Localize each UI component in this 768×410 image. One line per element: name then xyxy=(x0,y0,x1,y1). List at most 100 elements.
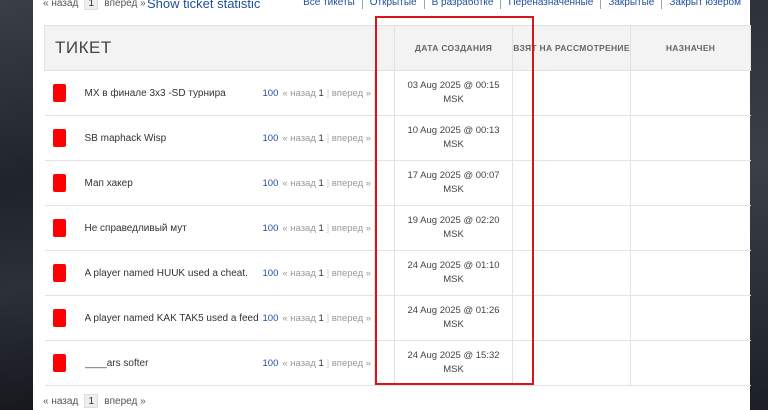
pager-bottom: « назад 1 вперед » xyxy=(43,394,146,408)
reply-count[interactable]: 100 xyxy=(263,133,279,144)
created-date-text: 24 Aug 2025 @ 01:26 xyxy=(407,305,500,316)
reply-page-number[interactable]: 1 xyxy=(319,178,324,189)
reply-prev-link[interactable]: « назад xyxy=(282,178,316,189)
created-date-text: 03 Aug 2025 @ 00:15 xyxy=(407,80,500,91)
pager-prev-link[interactable]: « назад xyxy=(43,0,78,9)
ticket-cell: MX в финале 3х3 -SD турнира 100 « назад 1 … xyxy=(44,70,375,116)
reply-page-number[interactable]: 1 xyxy=(319,313,324,324)
reply-prev-link[interactable]: « назад xyxy=(282,88,316,99)
table-row[interactable]: SB maphack Wisp 100 « назад 1 ] вперед » 10… xyxy=(44,115,751,161)
ticket-cell: A player named KAK TAK5 used a feed 100 « … xyxy=(44,295,375,341)
reply-next-link[interactable]: вперед » xyxy=(332,223,371,234)
created-timezone: MSK xyxy=(443,319,464,330)
ticket-reply-pager: 100 « назад 1 ] вперед » xyxy=(263,313,372,324)
reply-page-number[interactable]: 1 xyxy=(319,223,324,234)
pager-next-link[interactable]: вперед » xyxy=(104,0,145,9)
reply-count[interactable]: 100 xyxy=(263,88,279,99)
status-flag-icon xyxy=(52,264,66,282)
reply-count[interactable]: 100 xyxy=(263,268,279,279)
pager-current-page[interactable]: 1 xyxy=(84,0,99,10)
ticket-title-link[interactable]: Мап хакер xyxy=(85,178,263,189)
created-date-text: 19 Aug 2025 @ 02:20 xyxy=(407,215,500,226)
taken-cell xyxy=(530,295,632,341)
ticket-title-link[interactable]: MX в финале 3х3 -SD турнира xyxy=(85,88,263,99)
ticket-cell: SB maphack Wisp 100 « назад 1 ] вперед » xyxy=(44,115,375,161)
reply-prev-link[interactable]: « назад xyxy=(282,358,316,369)
reply-prev-link[interactable]: « назад xyxy=(282,223,316,234)
ticket-title-link[interactable]: ____ars softer xyxy=(85,358,263,369)
reply-next-link[interactable]: вперед » xyxy=(332,268,371,279)
filter-open[interactable]: Открытые xyxy=(361,0,424,9)
reply-prev-link[interactable]: « назад xyxy=(282,133,316,144)
filter-closed[interactable]: Закрытые xyxy=(600,0,661,9)
created-timezone: MSK xyxy=(443,184,464,195)
filter-reassigned[interactable]: Переназначенные xyxy=(500,0,600,9)
pager-prev-link[interactable]: « назад xyxy=(43,396,78,407)
reply-prev-link[interactable]: « назад xyxy=(282,268,316,279)
reply-page-number[interactable]: 1 xyxy=(319,358,324,369)
table-row[interactable]: ____ars softer 100 « назад 1 ] вперед » 24 … xyxy=(44,340,751,386)
reply-separator: ] xyxy=(326,87,330,99)
background-right xyxy=(750,0,768,410)
created-date-cell: 19 Aug 2025 @ 02:20 MSK xyxy=(394,205,514,251)
created-date-cell: 10 Aug 2025 @ 00:13 MSK xyxy=(394,115,514,161)
reply-separator: ] xyxy=(326,132,330,144)
reply-count[interactable]: 100 xyxy=(263,223,279,234)
created-date-text: 10 Aug 2025 @ 00:13 xyxy=(407,125,500,136)
table-row[interactable]: A player named KAK TAK5 used a feed 100 « … xyxy=(44,295,751,341)
table-row[interactable]: Не справедливый мут 100 « назад 1 ] вперед… xyxy=(44,205,751,251)
created-timezone: MSK xyxy=(443,364,464,375)
reply-count[interactable]: 100 xyxy=(263,358,279,369)
taken-cell xyxy=(530,70,632,116)
assigned-cell xyxy=(630,250,751,296)
reply-prev-link[interactable]: « назад xyxy=(282,313,316,324)
reply-count[interactable]: 100 xyxy=(263,178,279,189)
header-taken-for-review[interactable]: ВЗЯТ НА РАССМОТРЕНИЕ xyxy=(512,25,632,71)
reply-next-link[interactable]: вперед » xyxy=(332,133,371,144)
reply-next-link[interactable]: вперед » xyxy=(332,178,371,189)
reply-count[interactable]: 100 xyxy=(263,313,279,324)
spacer-cell xyxy=(512,70,531,116)
status-flag-icon xyxy=(52,129,66,147)
ticket-title-link[interactable]: SB maphack Wisp xyxy=(85,133,263,144)
taken-cell xyxy=(530,205,632,251)
created-date-cell: 03 Aug 2025 @ 00:15 MSK xyxy=(394,70,514,116)
ticket-title-link[interactable]: A player named HUUK used a cheat. xyxy=(85,268,263,279)
spacer-cell xyxy=(373,295,395,341)
table-row[interactable]: MX в финале 3х3 -SD турнира 100 « назад 1 … xyxy=(44,70,751,116)
assigned-cell xyxy=(630,340,751,386)
created-date-cell: 24 Aug 2025 @ 01:10 MSK xyxy=(394,250,514,296)
background-left xyxy=(0,0,33,410)
status-flag-icon xyxy=(52,219,66,237)
reply-page-number[interactable]: 1 xyxy=(319,88,324,99)
filter-in-development[interactable]: В разработке xyxy=(423,0,501,9)
spacer-cell xyxy=(512,295,531,341)
main-panel: « назад 1 вперед » Show ticket statistic… xyxy=(33,0,752,410)
spacer-cell xyxy=(512,115,531,161)
created-timezone: MSK xyxy=(443,274,464,285)
reply-next-link[interactable]: вперед » xyxy=(332,88,371,99)
reply-page-number[interactable]: 1 xyxy=(319,268,324,279)
reply-next-link[interactable]: вперед » xyxy=(332,358,371,369)
table-row[interactable]: A player named HUUK used a cheat. 100 « на… xyxy=(44,250,751,296)
ticket-title-link[interactable]: A player named KAK TAK5 used a feed xyxy=(85,313,263,324)
reply-next-link[interactable]: вперед » xyxy=(332,313,371,324)
filter-closed-by-user[interactable]: Закрыт юзером xyxy=(661,0,748,9)
created-date-cell: 24 Aug 2025 @ 15:32 MSK xyxy=(394,340,514,386)
table-row[interactable]: Мап хакер 100 « назад 1 ] вперед » 17 Aug 2… xyxy=(44,160,751,206)
header-assigned[interactable]: НАЗНАЧЕН xyxy=(630,25,752,71)
show-ticket-statistic-link[interactable]: Show ticket statistic xyxy=(147,0,260,11)
header-created-date[interactable]: ДАТА СОЗДАНИЯ xyxy=(394,25,514,71)
created-timezone: MSK xyxy=(443,229,464,240)
filter-all-tickets[interactable]: Все тикеты xyxy=(296,0,362,9)
reply-page-number[interactable]: 1 xyxy=(319,133,324,144)
pager-current-page[interactable]: 1 xyxy=(84,394,99,408)
table-header-row: ТИКЕТ ДАТА СОЗДАНИЯ ВЗЯТ НА РАССМОТРЕНИЕ… xyxy=(43,25,752,71)
ticket-cell: Не справедливый мут 100 « назад 1 ] вперед… xyxy=(44,205,375,251)
pager-next-link[interactable]: вперед » xyxy=(104,396,145,407)
ticket-title-link[interactable]: Не справедливый мут xyxy=(85,223,263,234)
header-ticket[interactable]: ТИКЕТ xyxy=(43,25,396,71)
pager-top: « назад 1 вперед » xyxy=(43,0,146,10)
taken-cell xyxy=(530,160,632,206)
created-timezone: MSK xyxy=(443,94,464,105)
